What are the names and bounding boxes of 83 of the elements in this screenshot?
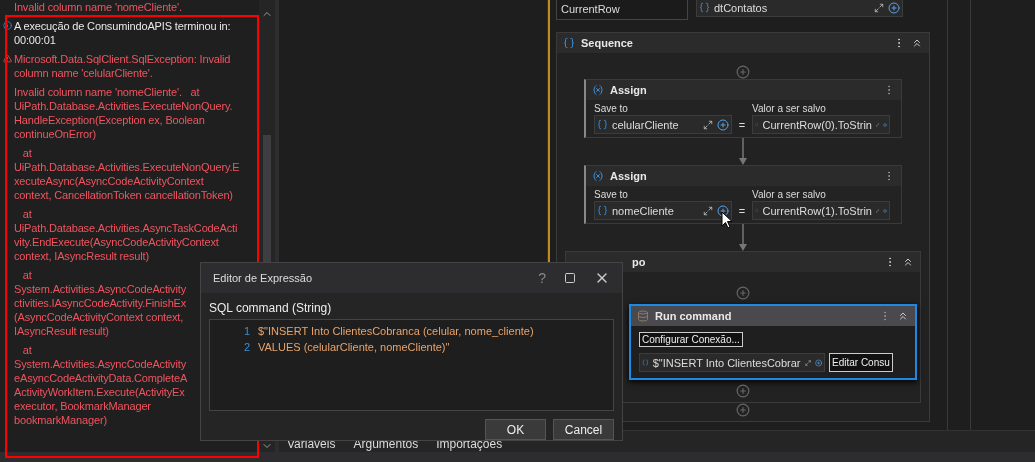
field-label: Save to	[594, 103, 629, 114]
log-line: eAsyncCodeActivityData.CompleteA	[14, 371, 188, 385]
ok-button[interactable]: OK	[485, 419, 546, 440]
assign-title: Assign	[610, 84, 648, 96]
expression-field[interactable]: celularCliente	[594, 115, 732, 134]
log-line: continueOnError)	[14, 127, 96, 141]
braces-icon	[597, 119, 608, 130]
warning-icon	[3, 54, 12, 63]
sequence-title: Sequence	[581, 37, 634, 49]
log-line: (AsyncCodeActivityContext context,	[14, 310, 184, 324]
braces-icon	[699, 2, 710, 13]
expression-field[interactable]: dtContatos	[696, 0, 903, 17]
log-line: IAsyncResult result)	[14, 324, 109, 338]
log-line: ctivities.IAsyncCodeActivity.FinishEx	[14, 296, 187, 310]
run-command-title: Run command	[655, 310, 733, 322]
configure-connection-button[interactable]: Configurar Conexão...	[639, 332, 743, 347]
panel-tab[interactable]: Argumentos	[353, 437, 419, 452]
log-line: at	[21, 268, 32, 282]
expression-field[interactable]: nomeCliente	[594, 201, 732, 220]
assign-card[interactable]: Assign Save to Valor a ser salvo nomeCliente = CurrentRow(1).ToStrin	[584, 165, 902, 224]
expression-field[interactable]: $"INSERT Into ClientesCobrar	[639, 353, 825, 372]
log-line: context, IAsyncResult result)	[14, 249, 150, 263]
item-field[interactable]: CurrentRow	[556, 0, 688, 20]
add-icon[interactable]	[717, 204, 729, 217]
expand-icon[interactable]	[703, 205, 713, 216]
equals-sign: =	[737, 118, 747, 131]
field-label: SQL command (String)	[209, 301, 333, 315]
connector-arrow	[738, 224, 748, 251]
log-line: at	[21, 207, 32, 221]
code-line: $"INSERT Into ClientesCobranca (celular, nome_cliente)	[258, 324, 535, 339]
help-button[interactable]: ?	[538, 270, 546, 286]
log-line: UiPath.Database.Activities.ExecuteNonQuery.E	[14, 160, 240, 174]
dialog-title: Editor de Expressão	[213, 272, 314, 284]
expand-icon[interactable]	[804, 357, 811, 368]
equals-sign: =	[737, 204, 747, 217]
log-line: executor, BookmarkManager	[14, 399, 151, 413]
code-line: VALUES (celularCliente, nomeCliente)"	[258, 340, 451, 355]
log-line: bookmarkManager)	[14, 413, 107, 427]
assign-card[interactable]: Assign Save to Valor a ser salvo celularCliente = CurrentRow(0).ToStrin	[584, 79, 902, 138]
line-number: 2	[242, 340, 250, 355]
log-line: at	[21, 146, 32, 160]
variable-icon	[592, 170, 604, 182]
log-line: UiPath.Database.Activities.AsyncTaskCodeActi	[14, 221, 238, 235]
log-line: 00:00:01	[14, 33, 56, 47]
assign-title: Assign	[610, 170, 648, 182]
log-line: xecuteAsync(AsyncCodeActivityContext	[14, 174, 204, 188]
edit-query-button[interactable]: Editar Consu	[829, 353, 893, 372]
log-line: context, CancellationToken cancellationToken)	[14, 188, 233, 202]
log-line: vity.EndExecute(AsyncCodeActivityContext	[14, 235, 219, 249]
log-line: Microsoft.Data.SqlClient.SqlException: Invalid	[14, 52, 231, 66]
log-line: Invalid column name 'nomeCliente'. at	[14, 85, 200, 99]
collapse-icon[interactable]	[911, 37, 923, 49]
maximize-icon[interactable]	[564, 272, 576, 284]
collapse-icon[interactable]	[897, 310, 909, 322]
body-title: po	[631, 256, 647, 268]
log-line: column name 'celularCliente'.	[14, 66, 153, 80]
collapse-icon[interactable]	[902, 256, 914, 268]
log-line: ActivityWorkItem.Execute(ActivityEx	[14, 385, 185, 399]
log-line: at	[21, 343, 32, 357]
sequence-icon	[563, 37, 575, 49]
run-command-card[interactable]: Run command Configurar Conexão... $"INSERT Into ClientesCobrar Editar Consu	[629, 304, 917, 380]
code-editor[interactable]: 1 $"INSERT Into ClientesCobranca (celular, nome_cliente) 2 VALUES (celularCliente, nomeCliente)"	[209, 319, 614, 411]
connector-arrow	[738, 138, 748, 165]
mouse-cursor	[721, 211, 733, 229]
field-label: Save to	[594, 189, 629, 200]
braces-icon	[597, 205, 608, 216]
log-line: Invalid column name 'nomeCliente'.	[14, 0, 182, 14]
line-number: 1	[242, 324, 250, 339]
log-line: HandleException(Exception ex, Boolean	[14, 113, 205, 127]
field-label: Valor a ser salvo	[752, 103, 827, 114]
expand-icon[interactable]	[703, 119, 713, 130]
log-line: System.Activities.AsyncCodeActivity	[14, 282, 187, 296]
field-label: Valor a ser salvo	[752, 189, 827, 200]
database-icon	[637, 310, 649, 322]
log-line: UiPath.Database.Activities.ExecuteNonQuery.	[14, 99, 233, 113]
panel-tab[interactable]: Importações	[436, 437, 503, 452]
braces-icon	[642, 357, 649, 368]
info-icon	[3, 21, 12, 30]
variable-icon	[592, 84, 604, 96]
cancel-button[interactable]: Cancel	[553, 419, 614, 440]
expand-icon[interactable]	[874, 2, 884, 13]
log-line: System.Activities.AsyncCodeActivity	[14, 357, 187, 371]
log-line: A execução de ConsumindoAPIS terminou in:	[14, 19, 231, 33]
